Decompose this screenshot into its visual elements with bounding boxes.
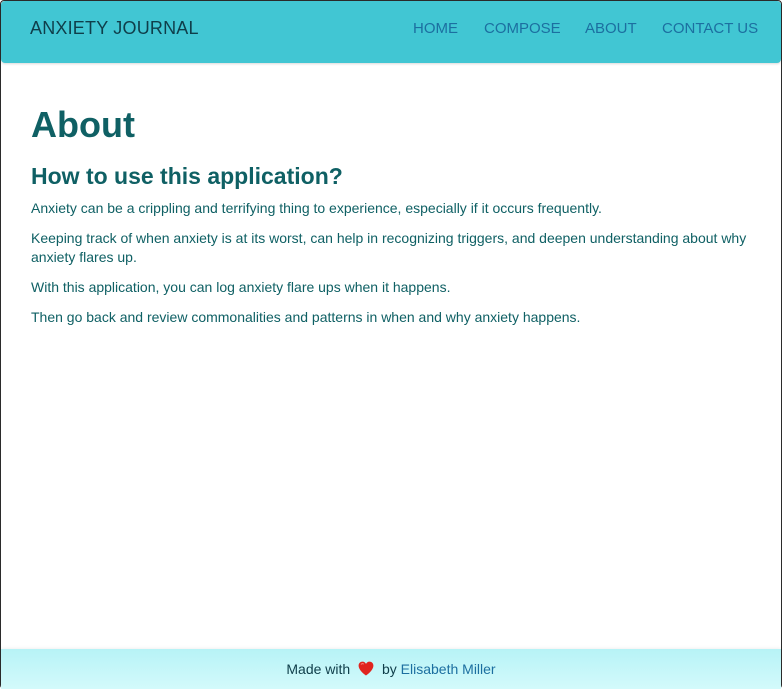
nav-link-about[interactable]: ABOUT bbox=[585, 20, 637, 37]
brand-title[interactable]: ANXIETY JOURNAL bbox=[30, 18, 199, 39]
paragraph-1: Anxiety can be a crippling and terrifyin… bbox=[31, 200, 602, 216]
page-title: About bbox=[31, 104, 135, 145]
paragraph-3: With this application, you can log anxie… bbox=[31, 279, 451, 295]
nav-link-contact-us[interactable]: CONTACT US bbox=[662, 20, 758, 37]
main-content: About How to use this application? Anxie… bbox=[31, 103, 751, 327]
footer-prefix: Made with bbox=[286, 661, 351, 677]
author-link[interactable]: Elisabeth Miller bbox=[401, 661, 496, 677]
nav-link-home[interactable]: HOME bbox=[413, 20, 458, 37]
navbar: ANXIETY JOURNAL HOME COMPOSE ABOUT CONTA… bbox=[1, 1, 781, 63]
section-title: How to use this application? bbox=[31, 163, 343, 189]
footer: Made with by Elisabeth Miller bbox=[1, 649, 781, 689]
paragraph-4: Then go back and review commonalities an… bbox=[31, 309, 581, 325]
heart-icon bbox=[358, 651, 374, 676]
nav-link-compose[interactable]: COMPOSE bbox=[484, 20, 561, 37]
paragraph-2: Keeping track of when anxiety is at its … bbox=[31, 230, 747, 265]
footer-by: by bbox=[381, 661, 397, 677]
